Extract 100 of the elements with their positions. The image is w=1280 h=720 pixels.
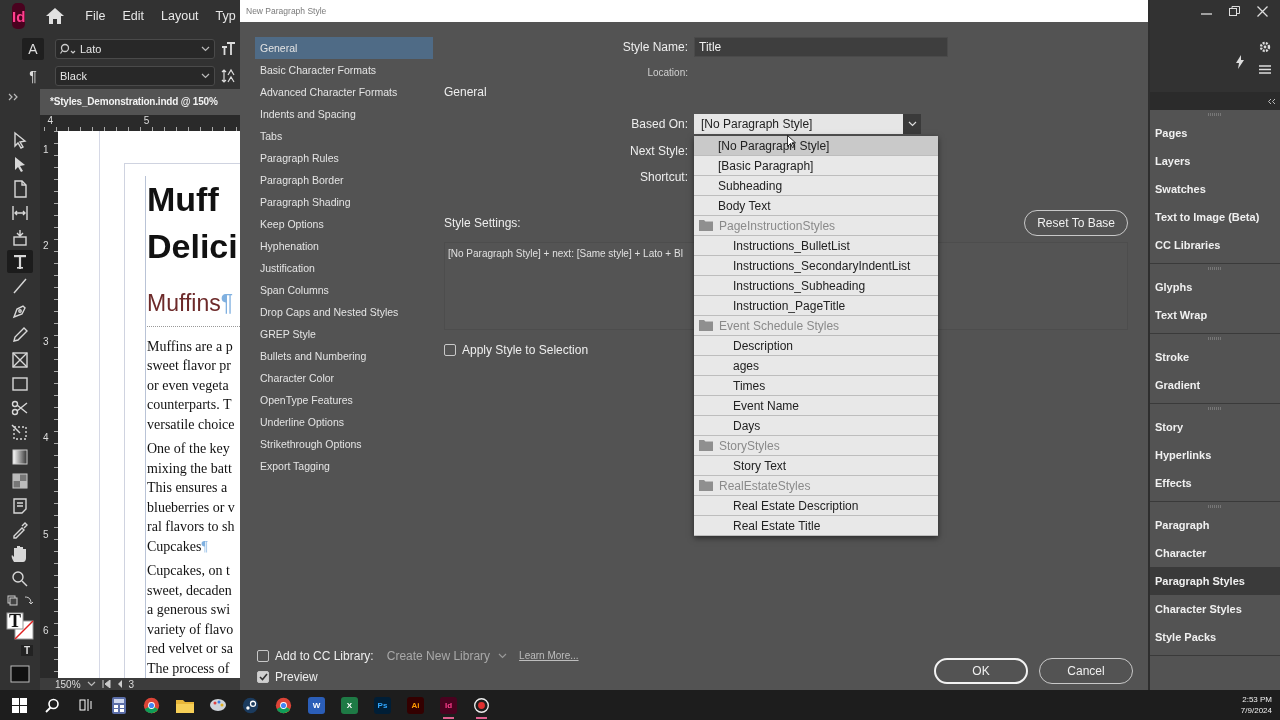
category-item[interactable]: General [255, 37, 433, 59]
tool-button[interactable] [7, 250, 33, 274]
learn-more-link[interactable]: Learn More... [519, 650, 579, 661]
category-item[interactable]: Character Color [255, 367, 433, 389]
panel-item[interactable]: Style Packs [1150, 623, 1280, 651]
category-item[interactable]: Strikethrough Options [255, 433, 433, 455]
body-text: One of the key [147, 440, 231, 458]
taskbar-app[interactable]: X [333, 690, 366, 720]
checkbox[interactable] [257, 670, 269, 683]
menu-item[interactable]: Layout [161, 9, 199, 24]
collapse-icon[interactable] [1267, 97, 1276, 105]
fill-swatch-icon[interactable] [9, 663, 31, 684]
dropdown-option[interactable]: [Basic Paragraph] [694, 156, 938, 176]
dropdown-option[interactable]: Real Estate Description [694, 496, 938, 516]
style-field[interactable]: Black [55, 66, 215, 87]
category-item[interactable]: Underline Options [255, 411, 433, 433]
dropdown-option[interactable]: [No Paragraph Style] [694, 136, 938, 156]
dropdown-option[interactable]: Event Name [694, 396, 938, 416]
category-item[interactable]: Bullets and Numbering [255, 345, 433, 367]
panel-item[interactable]: CC Libraries [1150, 231, 1280, 259]
panel-item[interactable]: Text to Image (Beta) [1150, 203, 1280, 231]
category-item[interactable]: Indents and Spacing [255, 103, 433, 125]
grip-handle-icon[interactable] [1208, 267, 1222, 270]
menu-item[interactable]: Edit [122, 9, 145, 24]
panel-item[interactable]: Effects [1150, 469, 1280, 497]
swap-colors-icon[interactable] [5, 594, 35, 607]
panel-item[interactable]: Swatches [1150, 175, 1280, 203]
grip-handle-icon[interactable] [1208, 407, 1222, 410]
dropdown-option[interactable]: Times [694, 376, 938, 396]
panel-item[interactable]: Hyperlinks [1150, 441, 1280, 469]
panel-item[interactable]: Stroke [1150, 343, 1280, 371]
dropdown-option[interactable]: Description [694, 336, 938, 356]
grip-handle-icon[interactable] [1208, 113, 1222, 116]
fill-stroke-icon[interactable] [5, 610, 35, 641]
dropdown-option[interactable]: Real Estate Title [694, 516, 938, 536]
category-item[interactable]: Hyphenation [255, 235, 433, 257]
expand-icon[interactable] [8, 92, 20, 101]
format-text-button[interactable]: T [20, 644, 34, 656]
page-number[interactable]: 3 [128, 678, 135, 690]
category-item[interactable]: GREP Style [255, 323, 433, 345]
taskbar-app[interactable]: Ai [399, 690, 432, 720]
taskbar-app[interactable]: Id [432, 690, 465, 720]
category-item[interactable]: Paragraph Shading [255, 191, 433, 213]
grip-handle-icon[interactable] [1208, 505, 1222, 508]
grip-handle-icon[interactable] [1208, 337, 1222, 340]
taskbar-app[interactable]: W [300, 690, 333, 720]
category-item[interactable]: Span Columns [255, 279, 433, 301]
dropdown-option[interactable]: Subheading [694, 176, 938, 196]
category-item[interactable]: Basic Character Formats [255, 59, 433, 81]
menu-item[interactable]: Typ [215, 9, 236, 24]
app-logo[interactable]: Id [12, 3, 26, 30]
category-item[interactable]: OpenType Features [255, 389, 433, 411]
leading-icon[interactable] [221, 68, 236, 85]
category-item[interactable]: Keep Options [255, 213, 433, 235]
lightning-icon[interactable] [1235, 55, 1245, 69]
close-icon[interactable] [1257, 5, 1268, 17]
menu-item[interactable]: File [85, 9, 106, 24]
menu-icon[interactable] [1259, 64, 1271, 74]
font-size-icon[interactable] [221, 41, 236, 58]
dropdown-option[interactable]: Story Text [694, 456, 938, 476]
dialog-button[interactable]: OK [934, 658, 1028, 684]
first-page-icon[interactable] [101, 680, 111, 688]
dropdown-option[interactable]: Days [694, 416, 938, 436]
category-item[interactable]: Tabs [255, 125, 433, 147]
dropdown-option[interactable]: Instructions_Subheading [694, 276, 938, 296]
section-heading: General [444, 84, 488, 101]
category-item[interactable]: Paragraph Border [255, 169, 433, 191]
paragraph-mode-button[interactable]: ¶ [22, 65, 44, 88]
folder-icon [699, 480, 713, 491]
dropdown-option[interactable]: Instructions_SecondaryIndentList [694, 256, 938, 276]
dropdown-option[interactable]: ages [694, 356, 938, 376]
previous-page-icon[interactable] [116, 680, 123, 688]
panel-item[interactable]: Text Wrap [1150, 301, 1280, 329]
panel-item[interactable]: Gradient [1150, 371, 1280, 399]
panel-item[interactable]: Paragraph Styles [1150, 567, 1280, 595]
character-mode-button[interactable]: A [22, 38, 44, 61]
style-name-field[interactable]: Title [694, 37, 948, 57]
taskbar-app[interactable]: Ps [366, 690, 399, 720]
checkbox[interactable] [444, 344, 456, 356]
panel-item[interactable]: Glyphs [1150, 273, 1280, 301]
restore-icon[interactable] [1229, 6, 1240, 16]
font-field[interactable]: Lato [55, 39, 215, 60]
category-item[interactable]: Paragraph Rules [255, 147, 433, 169]
dropdown-option[interactable]: Instruction_PageTitle [694, 296, 938, 316]
zoom-level[interactable]: 150% [55, 678, 81, 690]
panel-item[interactable]: Character [1150, 539, 1280, 567]
home-icon[interactable] [45, 7, 66, 26]
category-item[interactable]: Justification [255, 257, 433, 279]
panel-item[interactable]: Pages [1150, 119, 1280, 147]
dropdown-option[interactable]: Instructions_BulletList [694, 236, 938, 256]
checkbox[interactable] [257, 649, 269, 662]
dropdown-option[interactable]: Body Text [694, 196, 938, 216]
panel-item[interactable]: Character Styles [1150, 595, 1280, 623]
panel-item[interactable]: Layers [1150, 147, 1280, 175]
panel-item[interactable]: Paragraph [1150, 511, 1280, 539]
settings-icon[interactable] [1259, 40, 1271, 53]
category-item[interactable]: Export Tagging [255, 455, 433, 477]
category-item[interactable]: Drop Caps and Nested Styles [255, 301, 433, 323]
category-item[interactable]: Advanced Character Formats [255, 81, 433, 103]
panel-item[interactable]: Story [1150, 413, 1280, 441]
